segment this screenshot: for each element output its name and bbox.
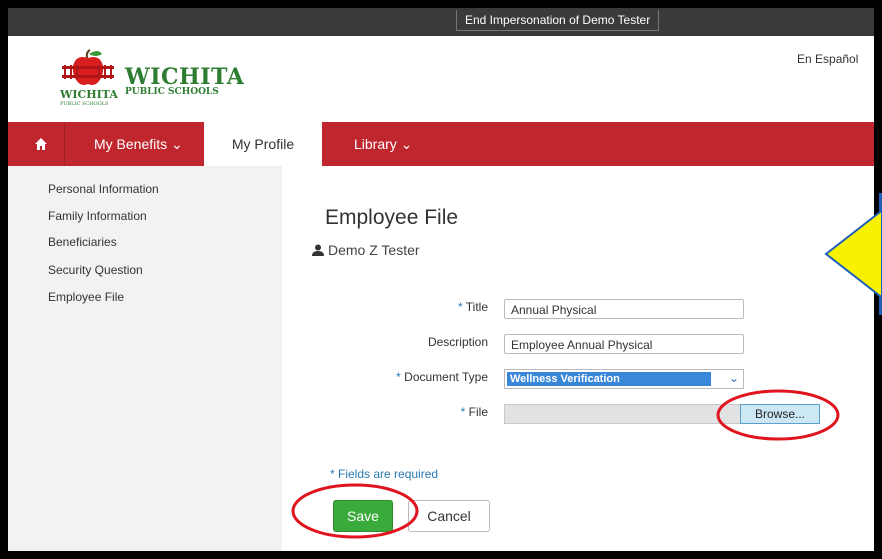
end-impersonation-button[interactable]: End Impersonation of Demo Tester <box>456 10 660 31</box>
save-button[interactable]: Save <box>333 500 393 532</box>
title-input[interactable]: Annual Physical <box>504 299 744 319</box>
user-name-line: Demo Z Tester <box>312 242 420 258</box>
main-content: Employee File Demo Z Tester * Title Annu… <box>282 166 874 551</box>
sidebar-item-beneficiaries[interactable]: Beneficiaries <box>48 235 117 249</box>
logo-subtitle: PUBLIC SCHOOLS <box>125 87 219 97</box>
home-icon <box>35 138 47 150</box>
browse-button[interactable]: Browse... <box>740 404 820 424</box>
page-title: Employee File <box>325 206 459 229</box>
sidebar-item-family-information[interactable]: Family Information <box>48 209 147 223</box>
cancel-button[interactable]: Cancel <box>408 500 490 532</box>
main-nav: My Benefits ⌄ My Profile Library ⌄ <box>8 122 874 166</box>
document-type-selected: Wellness Verification <box>507 372 711 386</box>
document-type-select[interactable]: Wellness Verification ⌄ <box>504 369 744 389</box>
nav-library[interactable]: Library ⌄ <box>354 122 412 166</box>
nav-my-benefits[interactable]: My Benefits ⌄ <box>94 122 183 166</box>
file-path-field[interactable] <box>504 404 742 424</box>
nav-my-profile[interactable]: My Profile <box>204 122 322 166</box>
chevron-down-icon: ⌄ <box>728 371 739 385</box>
required-star: * <box>457 300 463 314</box>
impersonation-bar: End Impersonation of Demo Tester <box>8 8 874 36</box>
person-icon <box>312 244 324 256</box>
user-name: Demo Z Tester <box>328 242 420 258</box>
sidebar-item-security-question[interactable]: Security Question <box>48 263 143 277</box>
document-type-label: * Document Type <box>396 370 488 384</box>
profile-sidebar: Personal Information Family Information … <box>8 166 282 551</box>
nav-home[interactable] <box>34 122 64 166</box>
required-note: * Fields are required <box>330 467 439 481</box>
logo-small-name: WICHITA <box>60 88 118 101</box>
required-star: * <box>460 405 466 419</box>
file-label: * File <box>460 405 488 419</box>
description-label: Description <box>427 335 488 349</box>
nav-divider <box>64 122 65 166</box>
description-input[interactable]: Employee Annual Physical <box>504 334 744 354</box>
logo-small-sub: PUBLIC SCHOOLS <box>60 101 109 107</box>
sidebar-item-employee-file[interactable]: Employee File <box>48 290 124 304</box>
language-link[interactable]: En Español <box>797 52 858 66</box>
required-star: * <box>396 370 401 384</box>
browser-viewport: End Impersonation of Demo Tester WICHITA… <box>8 8 874 551</box>
site-header: WICHITA PUBLIC SCHOOLS WICHITA PUBLIC SC… <box>8 36 874 122</box>
sidebar-item-personal-information[interactable]: Personal Information <box>48 182 159 196</box>
title-label: * Title <box>457 300 488 314</box>
